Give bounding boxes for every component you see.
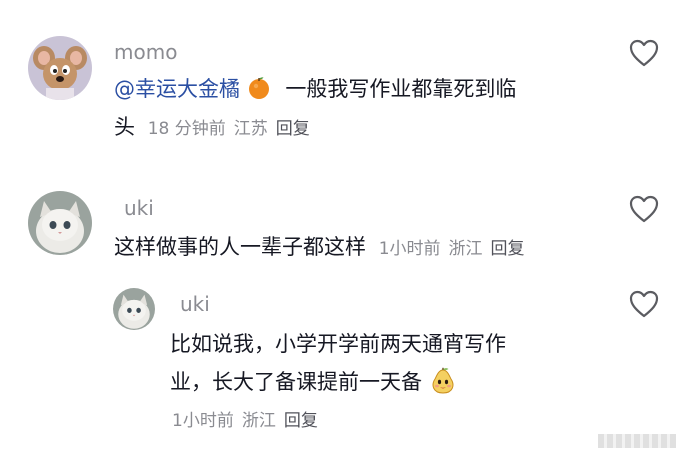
- avatar-uki-reply[interactable]: [113, 288, 155, 330]
- comment-username[interactable]: uki: [124, 196, 154, 220]
- kitten-avatar-icon: [113, 288, 155, 330]
- comment-text-body: 这样做事的人一辈子都这样: [114, 235, 366, 259]
- watermark: [598, 434, 676, 448]
- comment-text-line1: 一般我写作业都靠死到临: [285, 77, 517, 101]
- reply-username[interactable]: uki: [180, 292, 210, 316]
- avatar-uki[interactable]: [28, 191, 92, 255]
- cartoon-mouse-avatar-icon: [28, 36, 92, 100]
- reply-meta: 1小时前 浙江 回复: [172, 409, 326, 433]
- comment-username[interactable]: momo: [114, 40, 177, 64]
- comment-meta: 18 分钟前 江苏 回复: [148, 119, 318, 139]
- reply-text-line2: 业，长大了备课提前一天备: [170, 363, 457, 401]
- reply-text-line1: 比如说我，小学开学前两天通宵写作: [170, 332, 506, 356]
- like-heart-icon[interactable]: [629, 195, 659, 223]
- reply-button[interactable]: 回复: [276, 119, 310, 139]
- reply-button[interactable]: 回复: [491, 239, 525, 259]
- comment-time: 18 分钟前: [147, 119, 226, 139]
- comment-text-tail: 头: [114, 115, 135, 139]
- like-heart-icon[interactable]: [629, 290, 659, 318]
- reply-location: 浙江: [241, 411, 276, 431]
- mention-link[interactable]: @幸运大金橘: [114, 77, 240, 101]
- comment-text: 这样做事的人一辈子都这样 1小时前 浙江 回复: [114, 228, 533, 268]
- kitten-avatar-icon: [28, 191, 92, 255]
- reply-button[interactable]: 回复: [284, 411, 318, 431]
- pear-face-emoji-icon: [429, 367, 457, 395]
- avatar-momo[interactable]: [28, 36, 92, 100]
- comment-text-line2: 头 18 分钟前 江苏 回复: [114, 108, 318, 148]
- comment-time: 1小时前: [378, 239, 441, 259]
- orange-emoji-icon: [247, 76, 271, 100]
- comment-text: @幸运大金橘 一般我写作业都靠死到临: [114, 70, 516, 108]
- comment-meta: 1小时前 浙江 回复: [379, 239, 533, 259]
- like-heart-icon[interactable]: [629, 39, 659, 67]
- reply-time: 1小时前: [172, 411, 234, 431]
- comment-location: 江苏: [233, 119, 268, 139]
- comment-location: 浙江: [448, 239, 483, 259]
- reply-text-tail: 业，长大了备课提前一天备: [170, 370, 422, 394]
